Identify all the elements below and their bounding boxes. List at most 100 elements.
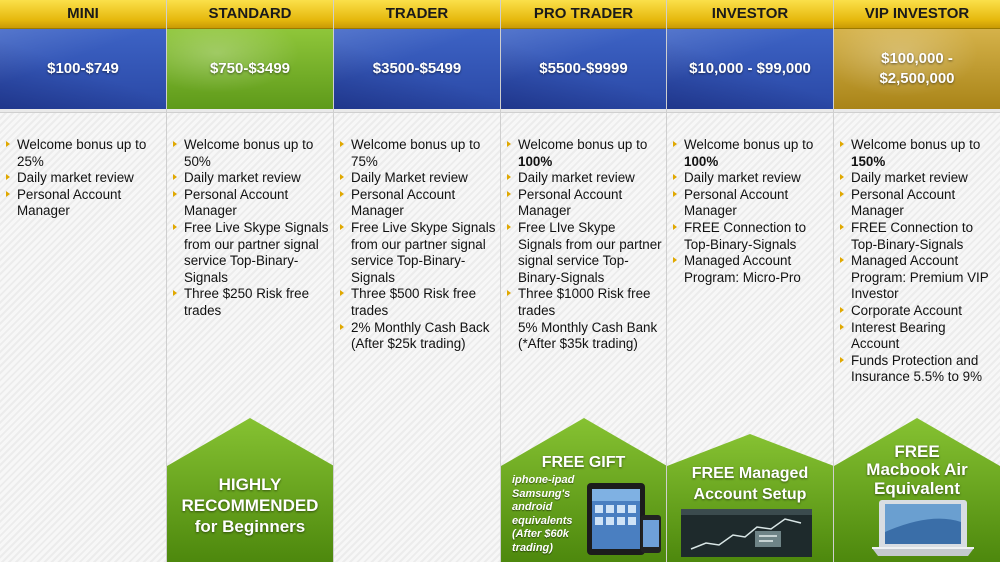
feature-item: Welcome bonus up to 100% [507, 137, 662, 170]
bullet-arrow-icon [673, 223, 677, 230]
trading-chart-icon [681, 509, 812, 557]
feature-item: Three $500 Risk free trades [340, 286, 496, 319]
promo-line: RECOMMENDED [181, 496, 319, 515]
tablet-phone-icon [587, 483, 661, 555]
feature-item: Daily market review [173, 170, 329, 187]
feature-item: Free Live Skype Signals from our partner… [340, 220, 496, 286]
plan-range: $3500-$5499 [334, 29, 500, 109]
bullet-arrow-icon [173, 174, 177, 181]
bullet-arrow-icon [340, 290, 344, 297]
promo-title: FREE Managed Account Setup [691, 465, 809, 503]
feature-item: Three $1000 Risk free trades [507, 286, 662, 319]
bullet-arrow-icon [673, 190, 677, 197]
feature-list: Welcome bonus up to 25% Daily market rev… [0, 113, 166, 220]
feature-item: Daily market review [840, 170, 996, 187]
feature-item: Welcome bonus up to 100% [673, 137, 829, 170]
bullet-arrow-icon [840, 257, 844, 264]
bonus-percent: 100% [684, 153, 719, 169]
promo-line: for Beginners [194, 517, 306, 536]
feature-item: Welcome bonus up to 150% [840, 137, 996, 170]
promo-line: Macbook Air [866, 460, 968, 479]
feature-item: Welcome bonus up to 25% [6, 137, 162, 170]
feature-list: Welcome bonus up to 100% Daily market rev… [667, 113, 833, 286]
promo-line: FREE [894, 442, 940, 461]
bullet-arrow-icon [840, 306, 844, 313]
feature-item: Personal Account Manager [673, 187, 829, 220]
plan-range: $5500-$9999 [501, 29, 666, 109]
bullet-arrow-icon [6, 174, 10, 181]
plan-title: INVESTOR [667, 0, 833, 29]
feature-item: Welcome bonus up to 50% [173, 137, 329, 170]
bullet-arrow-icon [6, 190, 10, 197]
feature-item: Daily market review [673, 170, 829, 187]
feature-item: 2% Monthly Cash Back (After $25k trading… [340, 320, 496, 353]
feature-item: 5% Monthly Cash Bank (*After $35k tradin… [518, 319, 658, 352]
plan-title: MINI [0, 0, 166, 29]
bonus-percent: 150% [851, 153, 886, 169]
bullet-arrow-icon [507, 190, 511, 197]
bullet-arrow-icon [840, 356, 844, 363]
bullet-arrow-icon [840, 323, 844, 330]
bullet-arrow-icon [173, 223, 177, 230]
bullet-arrow-icon [173, 290, 177, 297]
promo-title: FREE Macbook Air Equivalent [834, 442, 1000, 498]
feature-item: Daily market review [6, 170, 162, 187]
feature-item: Personal Account Manager [173, 187, 329, 220]
bullet-arrow-icon [507, 223, 511, 230]
bullet-arrow-icon [507, 141, 511, 147]
feature-item: Personal Account Manager [507, 187, 662, 220]
bullet-arrow-icon [340, 323, 344, 330]
laptop-icon [872, 500, 974, 556]
feature-item: Three $250 Risk free trades [173, 286, 329, 319]
plan-range: $750-$3499 [167, 29, 333, 109]
bullet-arrow-icon [840, 141, 844, 147]
feature-item: Daily market review [507, 170, 662, 187]
recommended-badge: HIGHLY RECOMMENDED for Beginners [167, 474, 333, 537]
feature-list: Welcome bonus up to 50% Daily market rev… [167, 113, 333, 320]
plan-title: VIP INVESTOR [834, 0, 1000, 29]
feature-item: Managed Account Program: Micro-Pro [673, 253, 829, 286]
bullet-arrow-icon [340, 223, 344, 230]
feature-item: Managed Account Program: Premium VIP Inv… [840, 253, 996, 303]
feature-item: Free LIve Skype Signals from our partner… [507, 220, 662, 286]
feature-item: FREE Connection to Top-Binary-Signals [840, 220, 996, 253]
feature-item: Personal Account Manager [6, 187, 162, 220]
feature-item: Corporate Account [840, 303, 996, 320]
feature-list: Welcome bonus up to 150% Daily market rev… [834, 113, 1000, 386]
bullet-arrow-icon [507, 174, 511, 181]
feature-item: Free Live Skype Signals from our partner… [173, 220, 329, 286]
feature-item: Welcome bonus up to 75% [340, 137, 496, 170]
bullet-arrow-icon [6, 141, 10, 147]
plan-standard: STANDARD $750-$3499 Welcome bonus up to … [167, 0, 334, 562]
plan-range: $100-$749 [0, 29, 166, 109]
promo-description: iphone-ipad Samsung's android equivalent… [512, 474, 575, 554]
feature-item: Daily Market review [340, 170, 496, 187]
feature-list: Welcome bonus up to 100% Daily market rev… [501, 113, 666, 353]
plan-vip-investor: VIP INVESTOR $100,000 - $2,500,000 Welcom… [834, 0, 1000, 562]
bonus-percent: 100% [518, 153, 553, 169]
bullet-arrow-icon [340, 141, 344, 147]
bullet-arrow-icon [840, 190, 844, 197]
bullet-arrow-icon [507, 290, 511, 297]
bullet-arrow-icon [840, 223, 844, 230]
promo-line: Equivalent [874, 479, 960, 498]
bullet-arrow-icon [173, 141, 177, 147]
feature-item: Personal Account Manager [340, 187, 496, 220]
feature-item: Funds Protection and Insurance 5.5% to 9… [840, 353, 996, 386]
plan-title: STANDARD [167, 0, 333, 29]
plan-title: PRO TRADER [501, 0, 666, 29]
plan-investor: INVESTOR $10,000 - $99,000 Welcome bonus… [667, 0, 834, 562]
feature-item: Personal Account Manager [840, 187, 996, 220]
promo-title: FREE GIFT [541, 454, 626, 471]
plan-range: $100,000 - $2,500,000 [834, 29, 1000, 109]
feature-item: FREE Connection to Top-Binary-Signals [673, 220, 829, 253]
feature-list: Welcome bonus up to 75% Daily Market rev… [334, 113, 500, 353]
bullet-arrow-icon [340, 174, 344, 181]
plan-pro-trader: PRO TRADER $5500-$9999 Welcome bonus up … [501, 0, 667, 562]
bullet-arrow-icon [673, 141, 677, 147]
bullet-arrow-icon [673, 174, 677, 181]
bullet-arrow-icon [173, 190, 177, 197]
feature-item: Interest Bearing Account [840, 320, 996, 353]
promo-line: HIGHLY [218, 475, 282, 494]
bullet-arrow-icon [340, 190, 344, 197]
